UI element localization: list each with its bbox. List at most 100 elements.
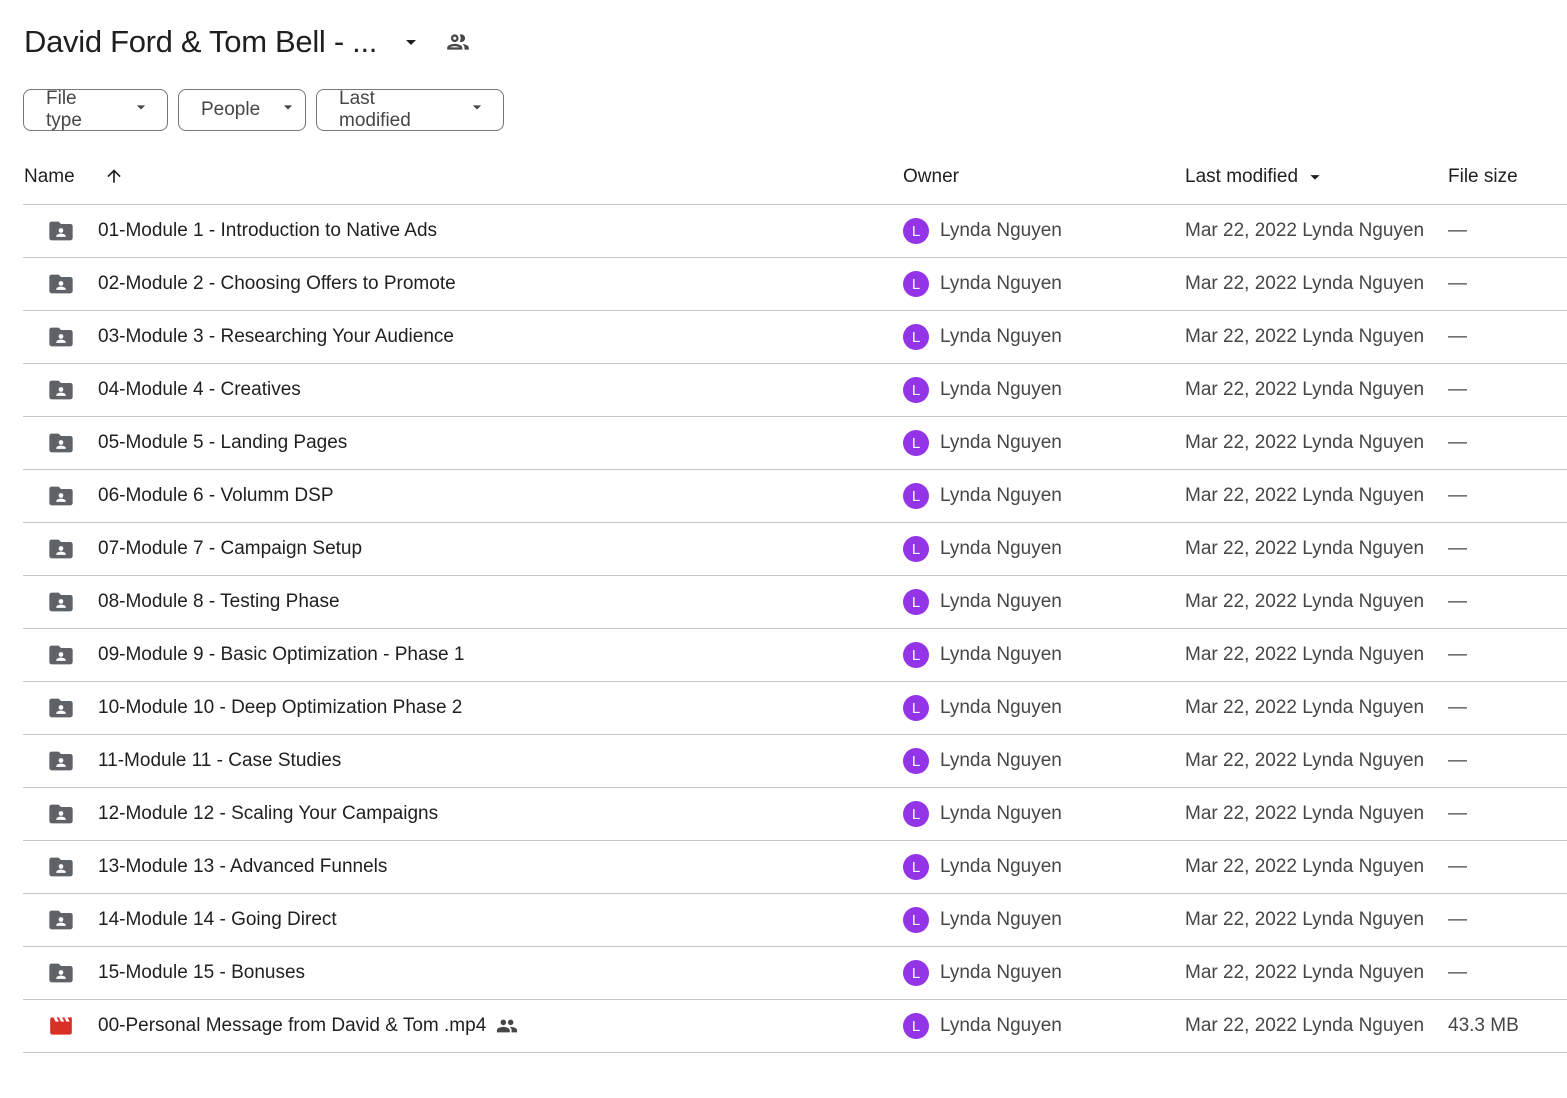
avatar: L <box>903 589 929 615</box>
last-modified-value: Mar 22, 2022 Lynda Nguyen <box>1185 962 1425 983</box>
file-name-text: 12-Module 12 - Scaling Your Campaigns <box>98 803 439 824</box>
arrow-drop-down-icon[interactable] <box>399 30 423 54</box>
file-name[interactable]: 06-Module 6 - Volumm DSP <box>98 470 334 522</box>
file-list: Name Owner Last modified File size 01-Mo… <box>23 152 1567 1053</box>
file-name[interactable]: 10-Module 10 - Deep Optimization Phase 2 <box>98 682 462 734</box>
column-header-row: Name Owner Last modified File size <box>23 152 1567 205</box>
file-size-value: — <box>1448 538 1467 559</box>
last-modified-filter[interactable]: Last modified <box>316 88 504 131</box>
avatar: L <box>903 536 929 562</box>
file-name-text: 09-Module 9 - Basic Optimization - Phase… <box>98 644 465 665</box>
file-row[interactable]: 08-Module 8 - Testing Phase L Lynda Nguyen… <box>23 576 1567 629</box>
owner-name: Lynda Nguyen <box>940 962 1062 983</box>
file-row[interactable]: 11-Module 11 - Case Studies L Lynda Nguyen… <box>23 735 1567 788</box>
file-name[interactable]: 08-Module 8 - Testing Phase <box>98 576 340 628</box>
file-name-text: 15-Module 15 - Bonuses <box>98 962 306 983</box>
owner-name: Lynda Nguyen <box>940 750 1062 771</box>
column-name-header[interactable]: Name <box>24 166 75 188</box>
shared-folder-icon <box>47 682 75 734</box>
column-owner-header[interactable]: Owner <box>903 166 959 188</box>
file-row[interactable]: 02-Module 2 - Choosing Offers to Promote… <box>23 258 1567 311</box>
file-size-value: — <box>1448 432 1467 453</box>
shared-folder-icon <box>47 311 75 363</box>
owner-cell: L Lynda Nguyen <box>903 311 1062 363</box>
file-row[interactable]: 14-Module 14 - Going Direct L Lynda Nguyen… <box>23 894 1567 947</box>
file-name[interactable]: 13-Module 13 - Advanced Funnels <box>98 841 387 893</box>
arrow-drop-down-icon <box>131 97 151 123</box>
people-outline-icon[interactable] <box>445 29 471 55</box>
owner-name: Lynda Nguyen <box>940 644 1062 665</box>
file-name[interactable]: 12-Module 12 - Scaling Your Campaigns <box>98 788 438 840</box>
file-row[interactable]: 10-Module 10 - Deep Optimization Phase 2… <box>23 682 1567 735</box>
avatar: L <box>903 218 929 244</box>
file-size-value: 43.3 MB <box>1448 1015 1519 1036</box>
last-modified-value: Mar 22, 2022 Lynda Nguyen <box>1185 485 1425 506</box>
arrow-drop-down-icon <box>467 97 487 123</box>
file-row[interactable]: 06-Module 6 - Volumm DSP L Lynda Nguyen Mar… <box>23 470 1567 523</box>
last-modified-value: Mar 22, 2022 Lynda Nguyen <box>1185 1015 1425 1036</box>
avatar: L <box>903 748 929 774</box>
owner-cell: L Lynda Nguyen <box>903 417 1062 469</box>
owner-cell: L Lynda Nguyen <box>903 629 1062 681</box>
arrow-drop-down-icon <box>1304 166 1326 188</box>
video-file-icon <box>47 1000 75 1052</box>
owner-cell: L Lynda Nguyen <box>903 576 1062 628</box>
folder-title[interactable]: David Ford & Tom Bell - ... <box>24 24 377 60</box>
owner-cell: L Lynda Nguyen <box>903 364 1062 416</box>
shared-folder-icon <box>47 364 75 416</box>
file-name-text: 02-Module 2 - Choosing Offers to Promote <box>98 273 456 294</box>
owner-name: Lynda Nguyen <box>940 273 1062 294</box>
file-size-value: — <box>1448 697 1467 718</box>
file-name[interactable]: 07-Module 7 - Campaign Setup <box>98 523 362 575</box>
owner-cell: L Lynda Nguyen <box>903 947 1062 999</box>
file-name[interactable]: 05-Module 5 - Landing Pages <box>98 417 347 469</box>
file-name-text: 04-Module 4 - Creatives <box>98 379 301 400</box>
file-name[interactable]: 14-Module 14 - Going Direct <box>98 894 337 946</box>
owner-name: Lynda Nguyen <box>940 591 1062 612</box>
file-row[interactable]: 15-Module 15 - Bonuses L Lynda Nguyen Mar 2… <box>23 947 1567 1000</box>
file-name[interactable]: 01-Module 1 - Introduction to Native Ads <box>98 205 437 257</box>
shared-folder-icon <box>47 894 75 946</box>
file-name[interactable]: 04-Module 4 - Creatives <box>98 364 301 416</box>
file-row[interactable]: 07-Module 7 - Campaign Setup L Lynda Nguye… <box>23 523 1567 576</box>
owner-cell: L Lynda Nguyen <box>903 788 1062 840</box>
file-name[interactable]: 15-Module 15 - Bonuses <box>98 947 305 999</box>
file-name[interactable]: 09-Module 9 - Basic Optimization - Phase… <box>98 629 464 681</box>
folder-header: David Ford & Tom Bell - ... <box>24 18 471 66</box>
file-name-text: 01-Module 1 - Introduction to Native Ads <box>98 220 438 241</box>
file-name[interactable]: 11-Module 11 - Case Studies <box>98 735 341 787</box>
filter-label: Last modified <box>339 88 411 131</box>
people-filter[interactable]: People <box>178 89 306 131</box>
file-name[interactable]: 00-Personal Message from David & Tom .mp… <box>98 1000 518 1052</box>
file-size-value: — <box>1448 220 1467 241</box>
file-row[interactable]: 04-Module 4 - Creatives L Lynda Nguyen Mar … <box>23 364 1567 417</box>
file-size-value: — <box>1448 909 1467 930</box>
last-modified-value: Mar 22, 2022 Lynda Nguyen <box>1185 909 1425 930</box>
file-name-text: 05-Module 5 - Landing Pages <box>98 432 348 453</box>
arrow-upward-icon[interactable] <box>103 165 125 187</box>
file-name-text: 14-Module 14 - Going Direct <box>98 909 337 930</box>
column-last-modified-header[interactable]: Last modified <box>1185 166 1326 188</box>
last-modified-value: Mar 22, 2022 Lynda Nguyen <box>1185 591 1425 612</box>
file-name[interactable]: 03-Module 3 - Researching Your Audience <box>98 311 454 363</box>
file-size-value: — <box>1448 803 1467 824</box>
avatar: L <box>903 642 929 668</box>
column-file-size-header[interactable]: File size <box>1448 166 1518 188</box>
avatar: L <box>903 430 929 456</box>
file-row[interactable]: 13-Module 13 - Advanced Funnels L Lynda Ng… <box>23 841 1567 894</box>
owner-cell: L Lynda Nguyen <box>903 205 1062 257</box>
file-row[interactable]: 12-Module 12 - Scaling Your Campaigns L Ly… <box>23 788 1567 841</box>
shared-folder-icon <box>47 205 75 257</box>
file-name-text: 11-Module 11 - Case Studies <box>98 750 342 771</box>
file-row[interactable]: 00-Personal Message from David & Tom .mp… <box>23 1000 1567 1053</box>
last-modified-value: Mar 22, 2022 Lynda Nguyen <box>1185 220 1425 241</box>
file-row[interactable]: 05-Module 5 - Landing Pages L Lynda Nguyen… <box>23 417 1567 470</box>
file-row[interactable]: 03-Module 3 - Researching Your Audience L… <box>23 311 1567 364</box>
avatar: L <box>903 271 929 297</box>
file-type-filter[interactable]: File type <box>23 88 168 131</box>
file-name[interactable]: 02-Module 2 - Choosing Offers to Promote <box>98 258 456 310</box>
file-row[interactable]: 09-Module 9 - Basic Optimization - Phase… <box>23 629 1567 682</box>
file-row[interactable]: 01-Module 1 - Introduction to Native Ads… <box>23 205 1567 258</box>
owner-name: Lynda Nguyen <box>940 697 1062 718</box>
last-modified-value: Mar 22, 2022 Lynda Nguyen <box>1185 538 1425 559</box>
